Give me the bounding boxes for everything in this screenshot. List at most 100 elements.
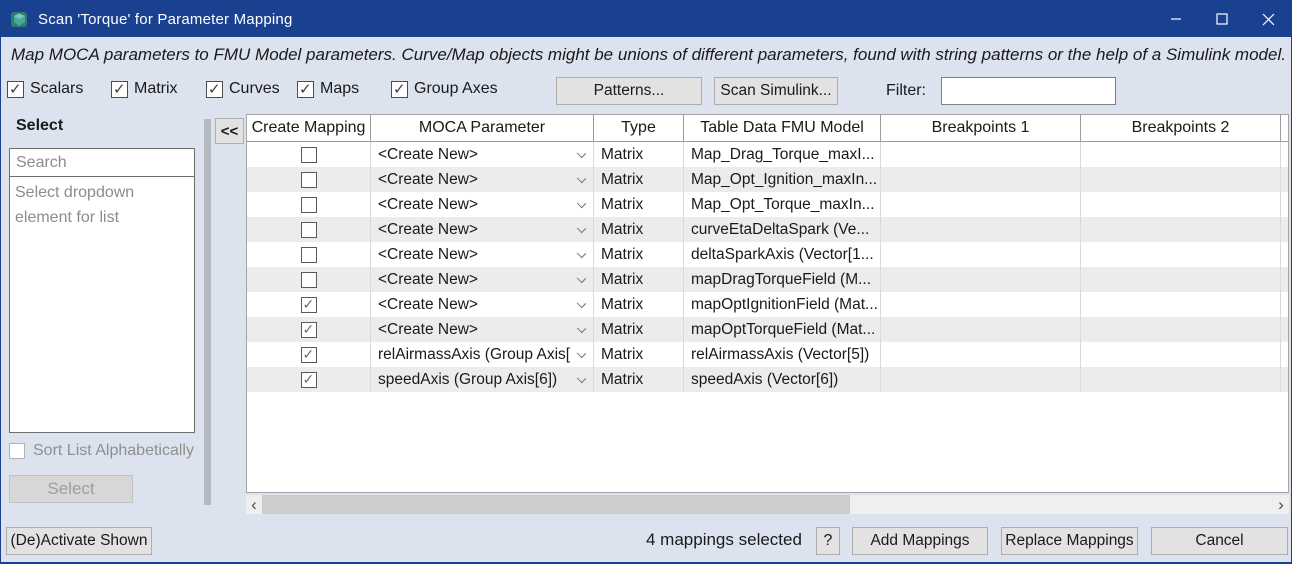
table-row: <Create New>MatrixmapDragTorqueField (M.… [247, 267, 1288, 292]
row-filler [1281, 367, 1292, 392]
create-mapping-checkbox[interactable] [301, 147, 317, 163]
create-mapping-checkbox[interactable] [301, 272, 317, 288]
breakpoints1-cell [881, 242, 1081, 267]
create-mapping-checkbox[interactable] [301, 347, 317, 363]
patterns-button[interactable]: Patterns... [556, 77, 702, 105]
filter-checkbox-maps[interactable]: Maps [297, 80, 359, 98]
create-mapping-cell [247, 242, 371, 267]
chevron-down-icon [577, 174, 586, 183]
create-mapping-checkbox[interactable] [301, 247, 317, 263]
row-filler [1281, 217, 1292, 242]
type-cell: Matrix [594, 367, 684, 392]
horizontal-scrollbar[interactable]: ‹ › [246, 495, 1289, 514]
table-row: <Create New>MatrixcurveEtaDeltaSpark (Ve… [247, 217, 1288, 242]
chevron-down-icon [577, 224, 586, 233]
row-filler [1281, 292, 1292, 317]
create-mapping-cell [247, 292, 371, 317]
select-button[interactable]: Select [9, 475, 133, 503]
checkbox-label: Maps [320, 80, 359, 98]
table-row: <Create New>MatrixMap_Opt_Ignition_maxIn… [247, 167, 1288, 192]
cancel-button[interactable]: Cancel [1151, 527, 1288, 555]
filter-label: Filter: [886, 82, 926, 100]
collapse-panel-button[interactable]: << [215, 118, 244, 144]
fmu-model-cell: mapDragTorqueField (M... [684, 267, 881, 292]
create-mapping-checkbox[interactable] [301, 172, 317, 188]
select-listbox[interactable]: Select dropdown element for list [9, 176, 195, 433]
help-button[interactable]: ? [816, 527, 840, 555]
table-row: speedAxis (Group Axis[6]) MatrixspeedAxis… [247, 367, 1288, 392]
checkbox-box[interactable] [111, 81, 128, 98]
filter-checkbox-matrix[interactable]: Matrix [111, 80, 178, 98]
search-input[interactable] [9, 148, 195, 177]
deactivate-shown-button[interactable]: (De)Activate Shown [6, 527, 152, 555]
create-mapping-cell [247, 342, 371, 367]
column-header: Type [594, 115, 684, 141]
moca-parameter-dropdown[interactable]: <Create New> [371, 142, 594, 167]
checkbox-label: Matrix [134, 80, 178, 98]
create-mapping-checkbox[interactable] [301, 322, 317, 338]
replace-mappings-button[interactable]: Replace Mappings [1001, 527, 1138, 555]
panel-splitter[interactable] [204, 119, 211, 505]
create-mapping-checkbox[interactable] [301, 222, 317, 238]
table-row: <Create New>MatrixmapOptTorqueField (Mat… [247, 317, 1288, 342]
table-row: <Create New>MatrixmapOptIgnitionField (M… [247, 292, 1288, 317]
fmu-model-cell: speedAxis (Vector[6]) [684, 367, 881, 392]
breakpoints2-cell [1081, 267, 1281, 292]
moca-parameter-dropdown[interactable]: <Create New> [371, 267, 594, 292]
checkbox-label: Group Axes [414, 80, 498, 98]
chevron-down-icon [577, 249, 586, 258]
breakpoints2-cell [1081, 217, 1281, 242]
breakpoints1-cell [881, 167, 1081, 192]
filter-checkbox-scalars[interactable]: Scalars [7, 80, 83, 98]
moca-parameter-dropdown[interactable]: <Create New> [371, 292, 594, 317]
moca-parameter-dropdown[interactable]: <Create New> [371, 192, 594, 217]
close-button[interactable] [1245, 1, 1291, 37]
titlebar: Scan 'Torque' for Parameter Mapping [1, 1, 1291, 37]
maximize-button[interactable] [1199, 1, 1245, 37]
moca-parameter-value: <Create New> [378, 271, 478, 289]
filter-checkbox-curves[interactable]: Curves [206, 80, 280, 98]
filter-checkbox-group-axes[interactable]: Group Axes [391, 80, 498, 98]
moca-parameter-dropdown[interactable]: <Create New> [371, 217, 594, 242]
chevron-down-icon [577, 324, 586, 333]
scrollbar-thumb[interactable] [262, 495, 850, 514]
type-cell: Matrix [594, 317, 684, 342]
scroll-left-arrow-icon[interactable]: ‹ [246, 495, 262, 514]
moca-parameter-dropdown[interactable]: <Create New> [371, 242, 594, 267]
window-controls [1153, 1, 1291, 37]
table-row: relAirmassAxis (Group Axis[MatrixrelAirm… [247, 342, 1288, 367]
checkbox-box[interactable] [206, 81, 223, 98]
table-row: <Create New>MatrixdeltaSparkAxis (Vector… [247, 242, 1288, 267]
moca-parameter-value: <Create New> [378, 196, 478, 214]
moca-parameter-value: <Create New> [378, 146, 478, 164]
fmu-model-cell: mapOptIgnitionField (Mat... [684, 292, 881, 317]
add-mappings-button[interactable]: Add Mappings [852, 527, 988, 555]
moca-parameter-dropdown[interactable]: <Create New> [371, 167, 594, 192]
filter-input[interactable] [941, 77, 1116, 105]
fmu-model-cell: Map_Opt_Torque_maxIn... [684, 192, 881, 217]
create-mapping-checkbox[interactable] [301, 297, 317, 313]
filter-bar: Scalars Matrix Curves Maps Group Axes Patter… [1, 73, 1291, 113]
fmu-model-cell: mapOptTorqueField (Mat... [684, 317, 881, 342]
checkbox-box[interactable] [7, 81, 24, 98]
create-mapping-cell [247, 267, 371, 292]
create-mapping-checkbox[interactable] [301, 372, 317, 388]
moca-parameter-dropdown[interactable]: relAirmassAxis (Group Axis[ [371, 342, 594, 367]
scroll-right-arrow-icon[interactable]: › [1273, 495, 1289, 514]
moca-parameter-dropdown[interactable]: speedAxis (Group Axis[6]) [371, 367, 594, 392]
moca-parameter-value: speedAxis (Group Axis[6]) [378, 371, 557, 389]
moca-parameter-dropdown[interactable]: <Create New> [371, 317, 594, 342]
scrollbar-track[interactable] [262, 495, 1273, 514]
minimize-button[interactable] [1153, 1, 1199, 37]
checkbox-box[interactable] [391, 81, 408, 98]
table-header: Create MappingMOCA ParameterTypeTable Da… [247, 115, 1288, 142]
sort-alphabetically-checkbox[interactable]: Sort List Alphabetically [9, 442, 194, 460]
sort-checkbox-box[interactable] [9, 443, 25, 459]
moca-parameter-value: <Create New> [378, 296, 478, 314]
create-mapping-cell [247, 317, 371, 342]
row-filler [1281, 192, 1292, 217]
scan-simulink-button[interactable]: Scan Simulink... [714, 77, 838, 105]
column-header-filler [1281, 115, 1288, 141]
create-mapping-checkbox[interactable] [301, 197, 317, 213]
checkbox-box[interactable] [297, 81, 314, 98]
